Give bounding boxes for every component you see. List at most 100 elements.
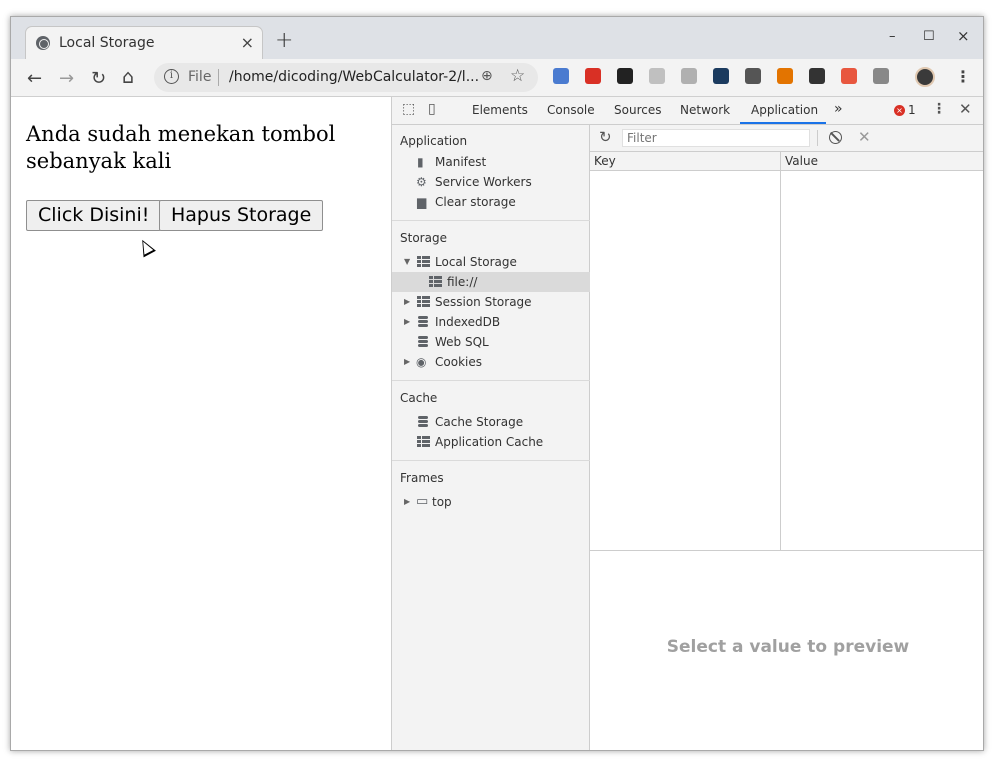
preview-placeholder: Select a value to preview [666, 637, 910, 657]
clear-all-icon[interactable] [829, 131, 842, 144]
ext-4-icon[interactable] [649, 68, 665, 84]
more-tabs-icon[interactable]: » [834, 101, 843, 117]
sidebar-item-cache-storage[interactable]: Cache Storage [392, 412, 590, 432]
profile-avatar[interactable] [915, 67, 935, 87]
toolbar-divider [817, 130, 818, 146]
frame-icon: ▭ [416, 494, 429, 509]
sidebar-item-local-storage[interactable]: ▼ Local Storage [392, 252, 590, 272]
sidebar-item-service-workers[interactable]: ⚙ Service Workers [392, 172, 590, 192]
page-content: Anda sudah menekan tombol sebanyak kali … [11, 97, 391, 750]
collapsed-triangle-icon[interactable]: ▶ [404, 297, 410, 306]
divider [392, 460, 590, 461]
url-scheme: File [188, 69, 212, 85]
devtools-panel: ⬚ ▯ Elements Console Sources Network App… [391, 97, 983, 750]
maximize-button[interactable]: ☐ [923, 29, 935, 44]
forward-button[interactable]: → [59, 68, 74, 89]
device-toolbar-icon[interactable]: ▯ [428, 101, 436, 117]
globe-icon [36, 36, 50, 50]
ext-7-icon[interactable] [745, 68, 761, 84]
reload-button[interactable]: ↻ [91, 68, 106, 89]
cookie-icon: ◉ [416, 355, 427, 369]
inspect-element-icon[interactable]: ⬚ [402, 101, 415, 117]
expanded-triangle-icon[interactable]: ▼ [404, 257, 410, 266]
gear-icon: ⚙ [416, 175, 427, 189]
section-application: Application [400, 134, 468, 148]
trash-icon: ▆ [417, 195, 427, 209]
page-heading: Anda sudah menekan tombol sebanyak kali [26, 122, 336, 173]
refresh-icon[interactable]: ↻ [599, 128, 612, 146]
ext-10-icon[interactable] [841, 68, 857, 84]
column-value[interactable]: Value [785, 154, 818, 168]
sidebar-item-frame-top[interactable]: ▶ ▭ top [392, 492, 590, 512]
devtools-tabbar: ⬚ ▯ Elements Console Sources Network App… [392, 97, 983, 125]
minimize-button[interactable]: – [889, 29, 896, 44]
sidebar-item-label: Application Cache [435, 435, 544, 449]
sidebar-item-websql[interactable]: Web SQL [392, 332, 590, 352]
divider [392, 220, 590, 221]
error-count[interactable]: 1 [908, 103, 916, 117]
filter-input[interactable] [622, 129, 810, 147]
collapsed-triangle-icon[interactable]: ▶ [404, 357, 410, 366]
collapsed-triangle-icon[interactable]: ▶ [404, 317, 410, 326]
table-icon [429, 276, 442, 288]
delete-selected-icon[interactable]: ✕ [858, 128, 871, 146]
info-icon[interactable]: i [164, 69, 179, 84]
translate-icon[interactable] [553, 68, 569, 84]
column-key[interactable]: Key [594, 154, 616, 168]
section-storage: Storage [400, 231, 447, 245]
browser-window: Local Storage × + – ☐ × ← → ↻ ⌂ i File /… [10, 16, 984, 751]
table-icon [417, 296, 430, 308]
back-button[interactable]: ← [27, 68, 42, 89]
tab-console[interactable]: Console [547, 103, 595, 117]
tab-strip: Local Storage × + – ☐ × [11, 17, 983, 59]
devtools-menu-icon[interactable]: ⋮ [932, 101, 946, 117]
sidebar-item-local-file[interactable]: file:// [392, 272, 590, 292]
collapsed-triangle-icon[interactable]: ▶ [404, 497, 410, 506]
file-icon: ▮ [417, 155, 424, 169]
bookmark-star-icon[interactable]: ☆ [510, 66, 525, 86]
storage-table-header: Key Value [590, 152, 983, 171]
url-text[interactable]: /home/dicoding/WebCalculator-2/l... [229, 69, 479, 85]
section-frames: Frames [400, 471, 444, 485]
sidebar-item-application-cache[interactable]: Application Cache [392, 432, 590, 452]
ext-8-icon[interactable] [777, 68, 793, 84]
preview-splitter[interactable] [590, 550, 983, 551]
tab-sources[interactable]: Sources [614, 103, 661, 117]
tab-application[interactable]: Application [751, 103, 818, 117]
sidebar-item-session-storage[interactable]: ▶ Session Storage [392, 292, 590, 312]
devtools-close-icon[interactable]: ✕ [959, 100, 972, 118]
ext-9-icon[interactable] [809, 68, 825, 84]
address-bar[interactable]: i File /home/dicoding/WebCalculator-2/l.… [154, 63, 538, 92]
error-icon[interactable]: × [894, 105, 905, 116]
sidebar-item-indexeddb[interactable]: ▶ IndexedDB [392, 312, 590, 332]
sidebar-item-label: Local Storage [435, 255, 517, 269]
ext-11-icon[interactable] [873, 68, 889, 84]
click-button[interactable]: Click Disini! [26, 200, 162, 231]
browser-tab[interactable]: Local Storage × [25, 26, 263, 59]
clear-storage-button[interactable]: Hapus Storage [159, 200, 324, 231]
sidebar-item-manifest[interactable]: ▮ Manifest [392, 152, 590, 172]
sidebar-item-label: top [432, 495, 452, 509]
application-sidebar: Application ▮ Manifest ⚙ Service Workers… [392, 125, 590, 750]
tab-close-button[interactable]: × [241, 33, 254, 52]
storage-view: ↻ ✕ Key Value Select a value to preview [590, 125, 983, 750]
adblock-icon[interactable] [585, 68, 601, 84]
ext-5-icon[interactable] [681, 68, 697, 84]
sidebar-item-label: IndexedDB [435, 315, 501, 329]
tab-network[interactable]: Network [680, 103, 730, 117]
ext-3-icon[interactable] [617, 68, 633, 84]
browser-toolbar: ← → ↻ ⌂ i File /home/dicoding/WebCalcula… [11, 59, 983, 97]
ext-6-icon[interactable] [713, 68, 729, 84]
close-window-button[interactable]: × [957, 27, 970, 45]
database-icon [418, 416, 431, 428]
tab-title: Local Storage [59, 35, 155, 51]
sidebar-item-label: Cache Storage [435, 415, 524, 429]
browser-menu-icon[interactable]: ⋮ [955, 67, 971, 86]
home-button[interactable]: ⌂ [122, 66, 134, 88]
sidebar-item-clear-storage[interactable]: ▆ Clear storage [392, 192, 590, 212]
new-tab-button[interactable]: + [275, 28, 293, 53]
tab-elements[interactable]: Elements [472, 103, 528, 117]
zoom-icon[interactable]: ⊕ [481, 68, 493, 84]
sidebar-item-cookies[interactable]: ▶ ◉ Cookies [392, 352, 590, 372]
column-divider[interactable] [780, 152, 781, 550]
